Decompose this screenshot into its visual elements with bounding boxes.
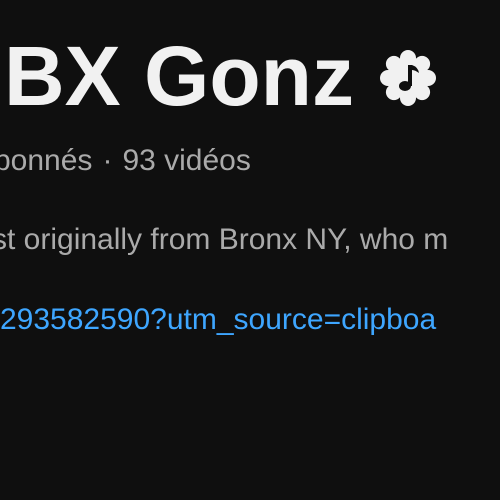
video-count: 93 vidéos	[122, 144, 251, 177]
channel-stats: bonnés · 93 vidéos	[0, 143, 251, 179]
subscriber-count: bonnés	[0, 144, 93, 177]
channel-title-row: BX Gonz	[4, 30, 436, 122]
channel-name: BX Gonz	[4, 29, 354, 123]
channel-header: BX Gonz bonnés · 93 vidéos st originally…	[0, 0, 500, 500]
stats-separator: ·	[102, 144, 113, 177]
channel-description[interactable]: st originally from Bronx NY, who m	[0, 222, 448, 258]
music-note-verified-icon	[380, 50, 436, 106]
channel-link[interactable]: -293582590?utm_source=clipboa	[0, 302, 436, 338]
